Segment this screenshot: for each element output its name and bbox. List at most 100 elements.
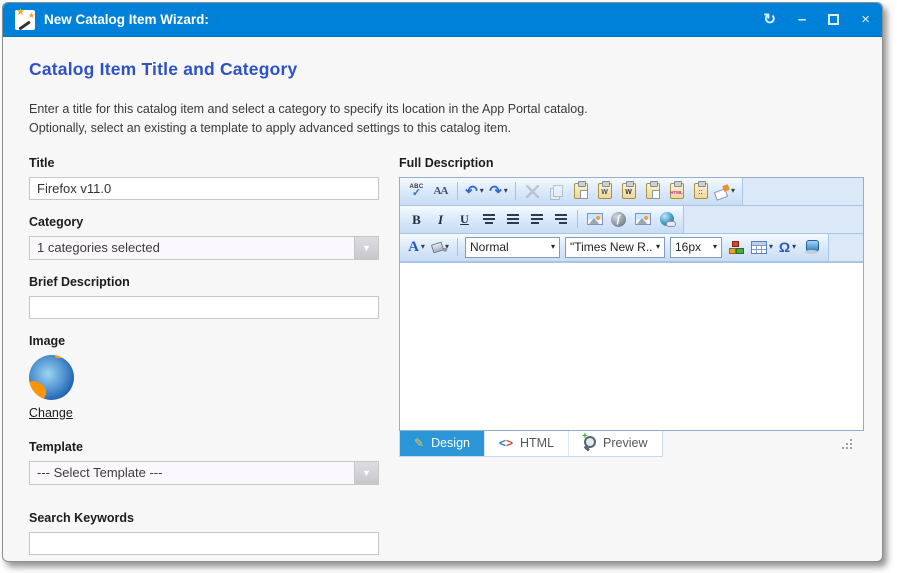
editor-toolbar-row-3: A ▾ ▾ Normal ▾ bbox=[400, 234, 863, 262]
align-center-button[interactable] bbox=[477, 208, 500, 230]
paste-plain-text-button[interactable] bbox=[641, 180, 664, 202]
paste-word-icon: W bbox=[598, 183, 612, 199]
category-label: Category bbox=[29, 215, 379, 229]
copy-icon bbox=[553, 185, 563, 197]
link-globe-icon bbox=[660, 212, 674, 226]
align-center-icon bbox=[483, 214, 495, 216]
font-size-value: 16px bbox=[675, 240, 709, 254]
undo-button[interactable]: ↶ ▾ bbox=[463, 180, 486, 202]
firefox-logo-image bbox=[29, 355, 74, 400]
titlebar[interactable]: ★ ★ New Catalog Item Wizard: ↻ – × bbox=[3, 3, 882, 37]
blocks-icon bbox=[729, 241, 744, 254]
template-dropdown[interactable]: --- Select Template --- ▼ bbox=[29, 461, 379, 485]
close-button[interactable]: × bbox=[861, 12, 870, 27]
redo-button[interactable]: ↷ ▾ bbox=[487, 180, 510, 202]
font-color-icon: A bbox=[408, 240, 419, 255]
desktop-background: ★ ★ New Catalog Item Wizard: ↻ – × Catal… bbox=[0, 0, 897, 573]
align-left-button[interactable] bbox=[525, 208, 548, 230]
italic-button[interactable]: I bbox=[429, 208, 452, 230]
paste-html-button[interactable]: :: bbox=[689, 180, 712, 202]
underline-button[interactable]: U bbox=[453, 208, 476, 230]
paste-as-html-button[interactable]: HTML bbox=[665, 180, 688, 202]
bold-icon: B bbox=[412, 213, 421, 226]
category-dropdown[interactable]: 1 categories selected ▼ bbox=[29, 236, 379, 260]
insert-symbol-button[interactable]: Ω ▾ bbox=[776, 236, 799, 258]
font-color-button[interactable]: A ▾ bbox=[405, 236, 428, 258]
paste-from-word-button[interactable]: W bbox=[593, 180, 616, 202]
image-manager-button[interactable] bbox=[583, 208, 606, 230]
bold-button[interactable]: B bbox=[405, 208, 428, 230]
editor-tabbar: ✎ Design <> HTML + Preview bbox=[399, 431, 864, 457]
editor-toolbar-row-2: B I U bbox=[400, 206, 863, 234]
chevron-down-icon[interactable]: ▼ bbox=[354, 237, 378, 259]
omega-icon: Ω bbox=[779, 240, 790, 254]
paragraph-style-dropdown[interactable]: Normal ▾ bbox=[465, 237, 560, 258]
module-manager-button[interactable] bbox=[800, 236, 823, 258]
paint-bucket-icon bbox=[431, 241, 444, 253]
search-keywords-input[interactable] bbox=[29, 532, 379, 555]
align-right-button[interactable] bbox=[549, 208, 572, 230]
paste-from-word-strip-button[interactable]: W bbox=[617, 180, 640, 202]
align-right-icon bbox=[555, 214, 567, 216]
snippet-button[interactable] bbox=[725, 236, 748, 258]
form-column: Title Category 1 categories selected ▼ B… bbox=[29, 141, 379, 562]
star-icon: ★ bbox=[28, 11, 35, 20]
paste-misc-icon: :: bbox=[694, 183, 708, 199]
tab-html[interactable]: <> HTML bbox=[485, 431, 568, 456]
justify-icon bbox=[507, 214, 519, 216]
change-image-link[interactable]: Change bbox=[29, 406, 73, 420]
wand-icon bbox=[18, 20, 30, 30]
chevron-down-icon[interactable]: ▼ bbox=[354, 462, 378, 484]
title-label: Title bbox=[29, 156, 379, 170]
font-name-value: "Times New R... bbox=[570, 240, 652, 254]
tab-preview[interactable]: + Preview bbox=[569, 431, 661, 456]
find-replace-button[interactable]: AA bbox=[429, 180, 452, 202]
editor-canvas[interactable] bbox=[400, 262, 863, 430]
full-description-label: Full Description bbox=[399, 156, 864, 170]
underline-icon: U bbox=[460, 213, 469, 225]
resize-grip[interactable] bbox=[842, 438, 854, 450]
toolbar-group: ABC✓ AA ↶ ▾ bbox=[400, 178, 743, 205]
table-icon bbox=[751, 241, 767, 254]
template-label: Template bbox=[29, 440, 379, 454]
spellcheck-icon: ABC✓ bbox=[410, 184, 424, 199]
minimize-button[interactable]: – bbox=[798, 12, 806, 27]
separator bbox=[577, 210, 578, 228]
spellcheck-button[interactable]: ABC✓ bbox=[405, 180, 428, 202]
format-stripper-button[interactable]: ▾ bbox=[713, 180, 737, 202]
chevron-down-icon: ▾ bbox=[769, 243, 773, 251]
paragraph-style-value: Normal bbox=[470, 240, 547, 254]
media-icon bbox=[635, 213, 651, 225]
maximize-button[interactable] bbox=[828, 14, 839, 25]
media-manager-button[interactable] bbox=[631, 208, 654, 230]
justify-button[interactable] bbox=[501, 208, 524, 230]
font-name-dropdown[interactable]: "Times New R... ▾ bbox=[565, 237, 665, 258]
cut-button[interactable] bbox=[521, 180, 544, 202]
tab-design[interactable]: ✎ Design bbox=[400, 431, 484, 456]
category-value: 1 categories selected bbox=[30, 240, 354, 255]
insert-table-button[interactable]: ▾ bbox=[749, 236, 775, 258]
brief-description-label: Brief Description bbox=[29, 275, 379, 289]
paste-button[interactable] bbox=[569, 180, 592, 202]
background-color-button[interactable]: ▾ bbox=[429, 236, 452, 258]
title-input[interactable] bbox=[29, 177, 379, 200]
chevron-down-icon: ▾ bbox=[713, 243, 717, 251]
chevron-down-icon: ▾ bbox=[504, 187, 508, 195]
font-size-dropdown[interactable]: 16px ▾ bbox=[670, 237, 722, 258]
hyperlink-button[interactable] bbox=[655, 208, 678, 230]
tab-preview-label: Preview bbox=[603, 436, 647, 450]
page-title: Catalog Item Title and Category bbox=[29, 59, 864, 80]
find-icon: AA bbox=[434, 186, 448, 197]
search-keywords-label: Search Keywords bbox=[29, 511, 379, 525]
intro-line-2: Optionally, select an existing a templat… bbox=[29, 121, 511, 135]
scissors-icon bbox=[526, 185, 539, 198]
chevron-down-icon: ▾ bbox=[480, 187, 484, 195]
description-column: Full Description ABC✓ bbox=[399, 141, 864, 562]
refresh-icon[interactable]: ↻ bbox=[763, 12, 776, 27]
flash-manager-button[interactable]: f bbox=[607, 208, 630, 230]
brief-description-input[interactable] bbox=[29, 296, 379, 319]
chevron-down-icon: ▾ bbox=[421, 243, 425, 251]
redo-icon: ↷ bbox=[489, 184, 502, 199]
copy-button[interactable] bbox=[545, 180, 568, 202]
separator bbox=[457, 182, 458, 200]
